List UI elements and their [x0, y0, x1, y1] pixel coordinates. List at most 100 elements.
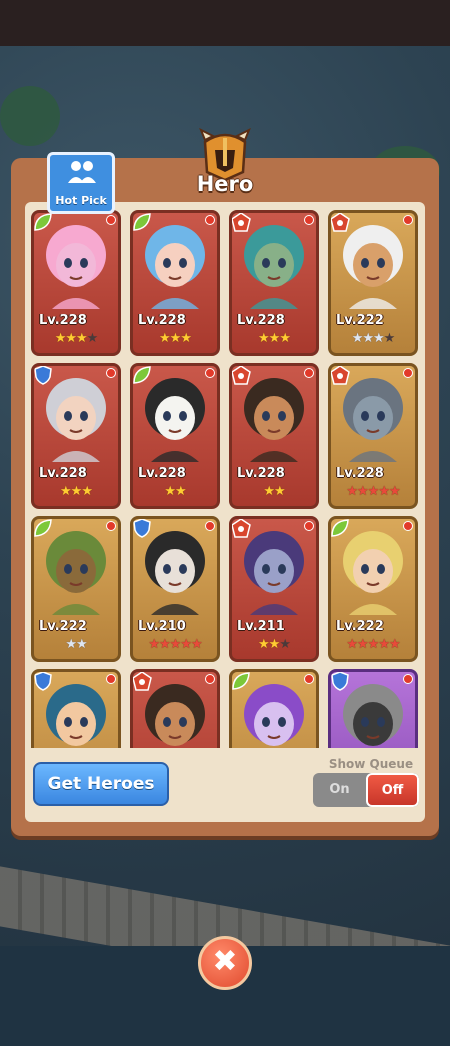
notification-dot — [304, 215, 314, 225]
star-icon: ★ — [76, 637, 88, 652]
toggle-off-option[interactable]: Off — [366, 773, 419, 807]
get-heroes-button[interactable]: Get Heroes — [33, 762, 169, 806]
hero-level: Lv.228 — [336, 466, 384, 481]
star-icon: ★ — [258, 331, 270, 346]
shield-faction-icon — [133, 519, 151, 538]
hero-level: Lv.211 — [237, 619, 285, 634]
hero-star-rating: ★★★★ — [34, 331, 118, 346]
hero-level: Lv.222 — [336, 619, 384, 634]
star-icon: ★ — [268, 331, 281, 346]
star-icon: ★ — [60, 484, 72, 499]
panel-title: Hero — [196, 172, 254, 196]
leaf-faction-icon — [133, 366, 151, 384]
hero-star-rating: ★★★★ — [331, 331, 415, 346]
hero-card[interactable] — [31, 669, 121, 748]
star-icon: ★ — [76, 331, 88, 346]
hero-level: Lv.228 — [237, 313, 285, 328]
hero-card[interactable]: Lv.211 ★★★ — [229, 516, 319, 662]
close-button[interactable]: ✖ — [198, 936, 252, 990]
hero-card[interactable] — [130, 669, 220, 748]
notification-dot — [106, 521, 116, 531]
star-icon: ★ — [357, 484, 369, 499]
star-icon: ★ — [164, 484, 176, 499]
hero-star-rating: ★★★★★ — [331, 637, 415, 652]
hero-card[interactable]: Lv.222 ★★★★★ — [328, 516, 418, 662]
star-icon: ★ — [378, 637, 390, 652]
star-icon: ★ — [81, 484, 93, 499]
star-icon: ★ — [65, 637, 77, 652]
star-icon: ★ — [279, 637, 291, 652]
hero-level: Lv.228 — [138, 313, 186, 328]
leaf-faction-icon — [232, 672, 250, 690]
hero-grid[interactable]: Lv.228 ★★★★ Lv.228 ★★★ Lv.228 ★★★ Lv.222 ★★★★ Lv… — [29, 208, 421, 748]
hero-level: Lv.228 — [138, 466, 186, 481]
show-queue-label: Show Queue — [328, 757, 414, 771]
leaf-faction-icon — [331, 519, 349, 537]
demon-faction-icon — [331, 366, 350, 385]
notification-dot — [403, 368, 413, 378]
demon-faction-icon — [133, 672, 152, 691]
hero-star-rating: ★★ — [133, 484, 217, 499]
hero-card[interactable]: Lv.222 ★★★★ — [328, 210, 418, 356]
star-icon: ★ — [159, 331, 171, 346]
star-icon: ★ — [54, 331, 67, 346]
star-icon: ★ — [190, 637, 203, 652]
hero-card[interactable]: Lv.228 ★★ — [130, 363, 220, 509]
hero-star-rating: ★★ — [232, 484, 316, 499]
notification-dot — [205, 674, 215, 684]
notification-dot — [304, 674, 314, 684]
hero-card[interactable]: Lv.228 ★★★ — [31, 363, 121, 509]
star-icon: ★ — [180, 637, 192, 652]
hero-star-rating: ★★★ — [133, 331, 217, 346]
star-icon: ★ — [351, 331, 364, 346]
hero-panel: Lv.228 ★★★★ Lv.228 ★★★ Lv.228 ★★★ Lv.222 ★★★★ Lv… — [11, 158, 439, 836]
notification-dot — [106, 215, 116, 225]
star-icon: ★ — [268, 637, 281, 652]
star-icon: ★ — [373, 331, 385, 346]
hero-star-rating: ★★★ — [232, 331, 316, 346]
demon-faction-icon — [232, 519, 251, 538]
star-icon: ★ — [346, 484, 358, 499]
star-icon: ★ — [258, 637, 270, 652]
hero-card[interactable]: Lv.222 ★★ — [31, 516, 121, 662]
star-icon: ★ — [388, 484, 401, 499]
hero-card[interactable]: Lv.210 ★★★★★ — [130, 516, 220, 662]
notification-dot — [205, 521, 215, 531]
hero-level: Lv.222 — [336, 313, 384, 328]
star-icon: ★ — [274, 484, 286, 499]
show-queue-toggle[interactable]: On Off — [313, 773, 419, 807]
notification-dot — [106, 674, 116, 684]
hot-pick-button[interactable]: Hot Pick — [47, 152, 115, 214]
toggle-on-option[interactable]: On — [313, 773, 366, 807]
star-icon: ★ — [159, 637, 171, 652]
star-icon: ★ — [70, 484, 83, 499]
hero-card[interactable]: Lv.228 ★★★ — [229, 210, 319, 356]
hero-card[interactable] — [328, 669, 418, 748]
notification-dot — [403, 521, 413, 531]
hero-card[interactable]: Lv.228 ★★★★ — [31, 210, 121, 356]
notification-dot — [403, 674, 413, 684]
shield-faction-icon — [331, 672, 349, 691]
map-tree — [0, 86, 60, 146]
leaf-faction-icon — [34, 519, 52, 537]
hero-level: Lv.228 — [39, 313, 87, 328]
notification-dot — [205, 215, 215, 225]
star-icon: ★ — [86, 331, 99, 346]
star-icon: ★ — [346, 637, 358, 652]
hero-star-rating: ★★★ — [232, 637, 316, 652]
star-icon: ★ — [279, 331, 291, 346]
star-icon: ★ — [383, 331, 396, 346]
star-icon: ★ — [180, 331, 192, 346]
star-icon: ★ — [362, 331, 374, 346]
hero-card[interactable] — [229, 669, 319, 748]
hero-card[interactable]: Lv.228 ★★★ — [130, 210, 220, 356]
shield-faction-icon — [34, 672, 52, 691]
hero-level: Lv.222 — [39, 619, 87, 634]
hero-star-rating: ★★★★★ — [331, 484, 415, 499]
people-icon — [68, 161, 96, 183]
star-icon: ★ — [175, 484, 187, 499]
star-icon: ★ — [263, 484, 275, 499]
notification-dot — [304, 368, 314, 378]
hero-card[interactable]: Lv.228 ★★ — [229, 363, 319, 509]
hero-card[interactable]: Lv.228 ★★★★★ — [328, 363, 418, 509]
